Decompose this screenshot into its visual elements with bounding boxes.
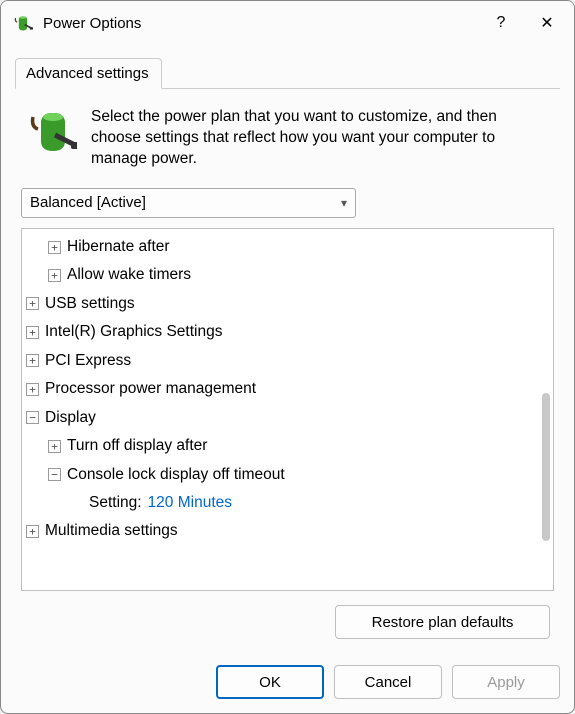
power-plan-icon <box>13 13 33 33</box>
intro-text: Select the power plan that you want to c… <box>91 107 546 170</box>
help-icon: ? <box>497 14 506 32</box>
tree-node-intel-graphics[interactable]: + Intel(R) Graphics Settings <box>26 318 551 346</box>
plus-icon[interactable]: + <box>26 383 39 396</box>
tab-panel: Select the power plan that you want to c… <box>15 89 560 647</box>
restore-row: Restore plan defaults <box>21 591 554 639</box>
tree-node-turn-off-display-after[interactable]: + Turn off display after <box>26 432 551 460</box>
tree-node-hibernate-after[interactable]: + Hibernate after <box>26 233 551 261</box>
power-plan-dropdown[interactable]: Balanced [Active] ▾ <box>21 188 356 218</box>
plus-icon[interactable]: + <box>48 269 61 282</box>
plus-icon[interactable]: + <box>26 326 39 339</box>
titlebar: Power Options ? ✕ <box>1 1 574 45</box>
plus-icon[interactable]: + <box>26 297 39 310</box>
plus-icon[interactable]: + <box>48 440 61 453</box>
tree-label: Intel(R) Graphics Settings <box>45 321 222 343</box>
tree-node-multimedia[interactable]: + Multimedia settings <box>26 517 551 545</box>
restore-defaults-button[interactable]: Restore plan defaults <box>335 605 550 639</box>
tree-label: Turn off display after <box>67 435 207 457</box>
tree-node-console-lock-timeout[interactable]: − Console lock display off timeout <box>26 461 551 489</box>
plus-icon[interactable]: + <box>26 525 39 538</box>
tab-bar: Advanced settings <box>15 57 560 89</box>
content-area: Advanced settings Select the power plan … <box>1 45 574 657</box>
chevron-down-icon: ▾ <box>341 196 347 210</box>
tree-node-usb-settings[interactable]: + USB settings <box>26 290 551 318</box>
tree-label: Processor power management <box>45 378 256 400</box>
tree-node-processor-power[interactable]: + Processor power management <box>26 375 551 403</box>
setting-label: Setting: <box>89 492 142 514</box>
tree-label: USB settings <box>45 293 135 315</box>
setting-value-link[interactable]: 120 Minutes <box>148 492 232 514</box>
settings-tree: + Hibernate after + Allow wake timers + … <box>21 228 554 591</box>
tree-node-pci-express[interactable]: + PCI Express <box>26 347 551 375</box>
close-icon: ✕ <box>540 13 553 33</box>
tree-leaf-setting-value[interactable]: Setting: 120 Minutes <box>26 489 551 517</box>
tab-advanced-settings[interactable]: Advanced settings <box>15 58 162 89</box>
intro-row: Select the power plan that you want to c… <box>21 99 554 188</box>
minus-icon[interactable]: − <box>26 411 39 424</box>
scrollbar-thumb[interactable] <box>542 393 550 541</box>
minus-icon[interactable]: − <box>48 468 61 481</box>
ok-button[interactable]: OK <box>216 665 324 699</box>
tree-label: Allow wake timers <box>67 264 191 286</box>
cancel-button[interactable]: Cancel <box>334 665 442 699</box>
tree-label: Console lock display off timeout <box>67 464 285 486</box>
tree-node-display[interactable]: − Display <box>26 404 551 432</box>
close-button[interactable]: ✕ <box>524 3 570 43</box>
tree-label: Multimedia settings <box>45 520 178 542</box>
plus-icon[interactable]: + <box>26 354 39 367</box>
plus-icon[interactable]: + <box>48 241 61 254</box>
tree-label: PCI Express <box>45 350 131 372</box>
apply-button: Apply <box>452 665 560 699</box>
dialog-button-row: OK Cancel Apply <box>1 657 574 713</box>
window-title: Power Options <box>43 15 478 32</box>
settings-tree-scroll[interactable]: + Hibernate after + Allow wake timers + … <box>22 229 553 590</box>
tree-label: Display <box>45 407 96 429</box>
power-plan-selected: Balanced [Active] <box>30 194 146 211</box>
tree-label: Hibernate after <box>67 236 170 258</box>
help-button[interactable]: ? <box>478 3 524 43</box>
tree-node-allow-wake-timers[interactable]: + Allow wake timers <box>26 261 551 289</box>
power-options-window: Power Options ? ✕ Advanced settings Sele… <box>0 0 575 714</box>
power-plan-large-icon <box>29 107 77 155</box>
